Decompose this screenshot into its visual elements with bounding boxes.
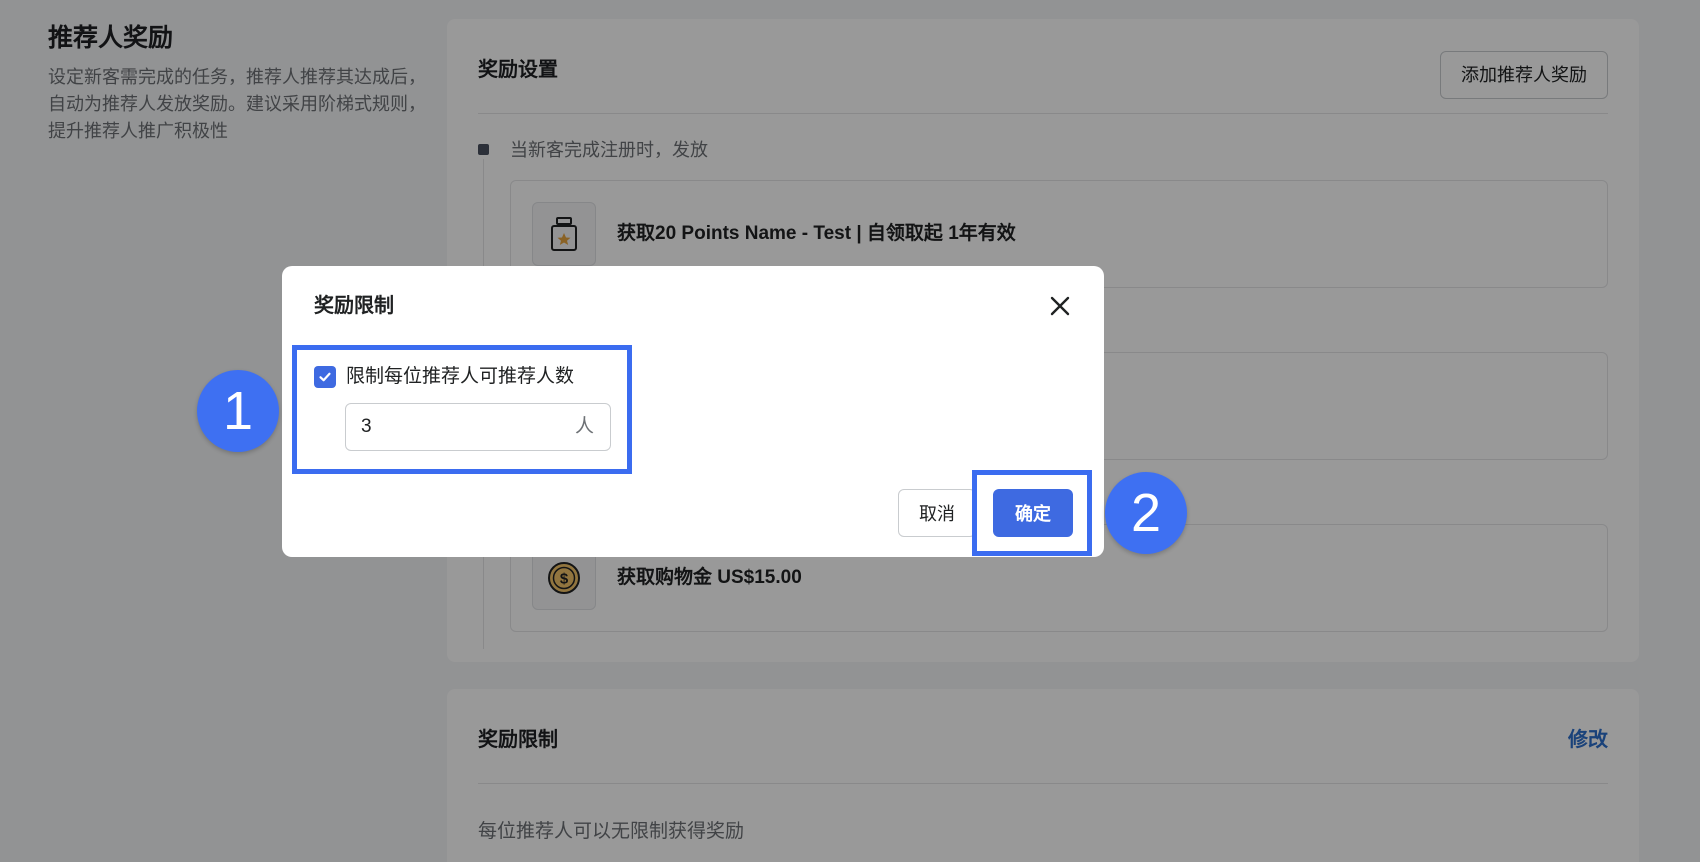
modal-title: 奖励限制 xyxy=(314,295,394,317)
cancel-button[interactable]: 取消 xyxy=(898,489,976,537)
step-badge-1: 1 xyxy=(197,370,279,452)
highlight-box-step-2 xyxy=(972,470,1092,556)
highlight-box-step-1 xyxy=(292,345,632,474)
step-badge-2: 2 xyxy=(1105,472,1187,554)
close-icon[interactable] xyxy=(1046,292,1074,320)
